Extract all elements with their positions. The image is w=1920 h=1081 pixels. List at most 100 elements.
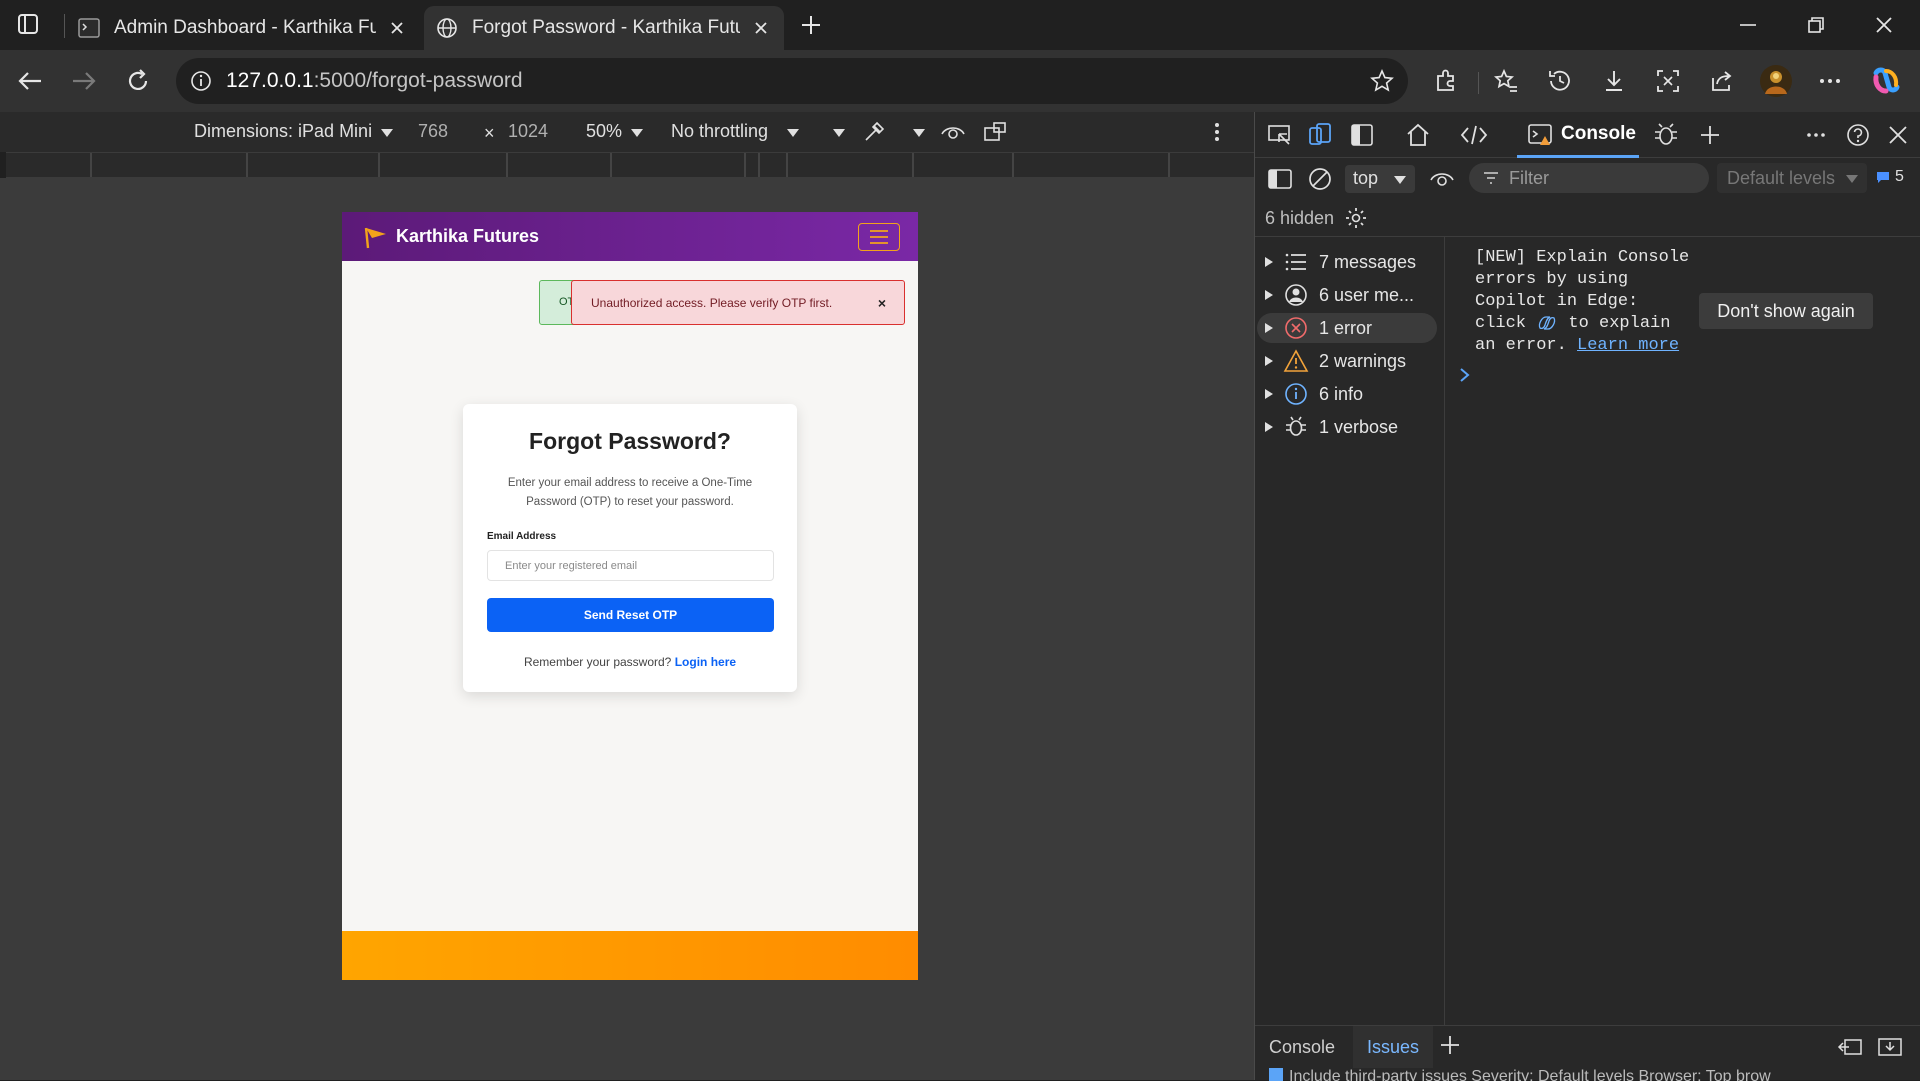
help-icon[interactable] (1843, 120, 1873, 150)
add-tool-icon[interactable] (1695, 120, 1725, 150)
copilot-tip-message: [NEW] Explain Console errors by using Co… (1475, 247, 1690, 357)
sidebar-item-label: 6 info (1319, 383, 1364, 404)
third-party-checkbox[interactable] (1269, 1068, 1283, 1081)
device-height-input[interactable]: 1024 (508, 121, 548, 142)
tab-forgot-password[interactable]: Forgot Password - Karthika Futures (424, 6, 784, 50)
tab-console[interactable]: Console (1517, 112, 1639, 158)
console-prompt-chevron-icon[interactable] (1459, 367, 1471, 383)
extensions-icon[interactable] (1428, 63, 1464, 99)
history-icon[interactable] (1542, 63, 1578, 99)
filter-icon (1483, 171, 1499, 185)
favorite-star-icon[interactable] (1370, 69, 1394, 93)
chevron-down-icon (630, 128, 644, 138)
site-footer (342, 931, 918, 980)
site-info-icon[interactable] (190, 70, 212, 92)
zoom-select[interactable]: 50% (586, 121, 622, 142)
tab-title: Admin Dashboard - Karthika Futures (114, 17, 376, 38)
sidebar-item-errors[interactable]: 1 error (1257, 313, 1437, 343)
console-settings-gear-icon[interactable] (1344, 206, 1368, 230)
sidebar-item-user-messages[interactable]: 6 user me... (1257, 280, 1437, 310)
chevron-down-icon (1845, 174, 1859, 184)
forward-icon[interactable] (66, 63, 102, 99)
log-levels-select[interactable]: Default levels (1717, 163, 1867, 193)
context-select[interactable]: top (1345, 165, 1415, 193)
alert-close-button[interactable]: × (878, 295, 886, 311)
close-tab-icon[interactable] (750, 17, 772, 39)
login-link[interactable]: Login here (675, 655, 736, 669)
console-sidebar: 7 messages 6 user me... 1 error 2 warnin… (1255, 237, 1445, 1025)
sidebar-toggle-icon[interactable] (1265, 164, 1295, 194)
minimize-icon[interactable] (1734, 12, 1762, 38)
copilot-icon[interactable] (1868, 63, 1904, 99)
vision-deficiency-icon[interactable] (940, 120, 966, 144)
drawer-tab-console[interactable]: Console (1255, 1026, 1349, 1068)
expand-arrow-icon (1257, 289, 1281, 301)
expand-arrow-icon (1257, 256, 1281, 268)
share-icon[interactable] (1704, 63, 1740, 99)
more-options-icon[interactable] (1812, 63, 1848, 99)
dock-side-icon[interactable] (1347, 120, 1377, 150)
flag-logo-icon[interactable] (362, 224, 390, 250)
context-value: top (1353, 168, 1379, 188)
restore-icon[interactable] (1802, 12, 1830, 38)
console-filter-bar: top Filter Default levels 5 (1255, 158, 1920, 198)
hidden-messages-row: 6 hidden (1265, 206, 1368, 230)
expand-arrow-icon (1257, 322, 1281, 334)
elements-tab-icon[interactable] (1459, 120, 1489, 150)
sidebar-item-messages[interactable]: 7 messages (1257, 247, 1437, 277)
undock-drawer-icon[interactable] (1837, 1036, 1863, 1058)
hamburger-menu-button[interactable] (858, 223, 900, 251)
login-prompt: Remember your password? Login here (463, 655, 797, 669)
brand-name[interactable]: Karthika Futures (396, 226, 539, 247)
send-reset-otp-button[interactable]: Send Reset OTP (487, 598, 774, 632)
screenshot-icon[interactable] (1650, 63, 1686, 99)
devtools-more-icon[interactable] (1801, 120, 1831, 150)
close-tab-icon[interactable] (386, 17, 408, 39)
clear-console-icon[interactable] (1305, 164, 1335, 194)
tab-actions-icon[interactable] (16, 12, 44, 38)
sidebar-item-warnings[interactable]: 2 warnings (1257, 346, 1437, 376)
refresh-icon[interactable] (120, 63, 156, 99)
favorites-icon[interactable] (1488, 63, 1524, 99)
device-toolbar-more-icon[interactable] (1212, 120, 1222, 144)
media-query-ruler[interactable] (6, 152, 1254, 178)
sidebar-item-info[interactable]: 6 info (1257, 379, 1437, 409)
device-emulation-icon[interactable] (1305, 120, 1335, 150)
email-field[interactable] (487, 550, 774, 581)
expand-arrow-icon (1257, 388, 1281, 400)
chevron-down-icon[interactable] (832, 128, 846, 138)
sensors-icon[interactable] (862, 120, 886, 144)
back-icon[interactable] (12, 63, 48, 99)
inspect-element-icon[interactable] (1265, 120, 1295, 150)
tab-admin-dashboard[interactable]: Admin Dashboard - Karthika Futures (66, 6, 420, 50)
sidebar-item-label: 6 user me... (1319, 284, 1415, 305)
add-drawer-tab-icon[interactable] (1439, 1034, 1461, 1056)
profile-avatar[interactable] (1758, 63, 1794, 99)
rotate-device-icon[interactable] (982, 120, 1008, 144)
learn-more-link[interactable]: Learn more (1577, 336, 1679, 355)
chevron-down-icon[interactable] (912, 128, 926, 138)
card-description: Enter your email address to receive a On… (507, 477, 753, 508)
close-devtools-icon[interactable] (1883, 120, 1913, 150)
new-tab-icon[interactable] (796, 10, 826, 40)
warning-icon (1281, 348, 1311, 374)
dont-show-again-button[interactable]: Don't show again (1699, 293, 1873, 329)
throttling-select[interactable]: No throttling (671, 121, 768, 142)
address-bar[interactable]: 127.0.0.1:5000/forgot-password (176, 58, 1408, 104)
welcome-home-icon[interactable] (1403, 120, 1433, 150)
downloads-icon[interactable] (1596, 63, 1632, 99)
close-drawer-icon[interactable] (1877, 1036, 1903, 1058)
issues-bug-icon[interactable] (1651, 120, 1681, 150)
drawer-tab-issues[interactable]: Issues (1353, 1026, 1434, 1068)
issues-count-value: 5 (1895, 168, 1904, 185)
close-window-icon[interactable] (1870, 12, 1898, 38)
issues-counter[interactable]: 5 (1875, 168, 1904, 186)
console-filter-input[interactable]: Filter (1469, 163, 1709, 193)
device-width-input[interactable]: 768 (418, 121, 448, 142)
sidebar-item-verbose[interactable]: 1 verbose (1257, 412, 1437, 442)
list-icon (1281, 249, 1311, 275)
live-expression-eye-icon[interactable] (1427, 164, 1457, 194)
issues-toolbar: Include third-party issues Severity: Def… (1255, 1068, 1920, 1081)
error-icon (1281, 315, 1311, 341)
device-dimensions-select[interactable]: Dimensions: iPad Mini (194, 121, 372, 142)
